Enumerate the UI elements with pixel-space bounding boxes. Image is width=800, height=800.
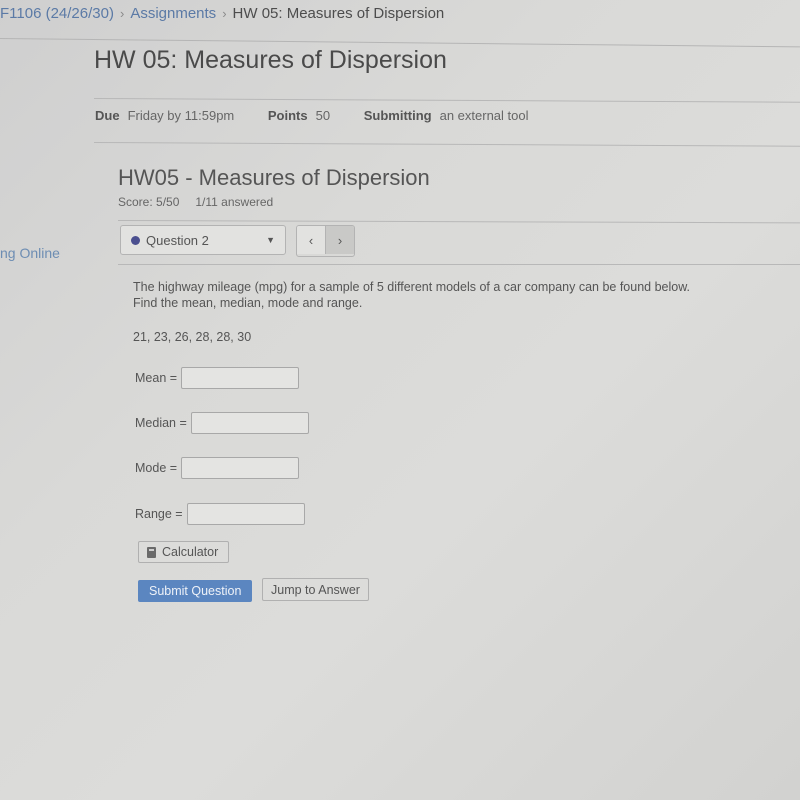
score-line: Score: 5/50 1/11 answered (118, 195, 273, 209)
mode-row: Mode = (135, 457, 300, 479)
range-row: Range = (135, 503, 305, 525)
range-input[interactable] (186, 503, 305, 525)
submitting-label: Submitting (363, 108, 432, 123)
range-label: Range = (135, 507, 183, 521)
divider (93, 142, 800, 147)
chevron-left-icon: ‹ (308, 232, 314, 248)
median-input[interactable] (190, 412, 309, 434)
breadcrumb-current: HW 05: Measures of Dispersion (232, 5, 445, 22)
answered-count: 1/11 answered (195, 195, 274, 209)
calculator-label: Calculator (162, 545, 219, 559)
median-label: Median = (135, 416, 187, 430)
sidebar-link[interactable]: ng Online (0, 245, 60, 261)
mean-label: Mean = (135, 371, 178, 385)
divider (118, 264, 800, 265)
question-text: The highway mileage (mpg) for a sample o… (133, 280, 691, 310)
dataset: 21, 23, 26, 28, 28, 30 (133, 330, 252, 344)
chevron-right-icon: › (337, 232, 343, 248)
calculator-icon (147, 546, 156, 558)
points-label: Points (267, 108, 308, 123)
chevron-down-icon: ▼ (266, 235, 275, 245)
divider (117, 220, 800, 224)
mean-row: Mean = (135, 367, 300, 389)
submitting-value: an external tool (439, 108, 529, 123)
mode-label: Mode = (135, 461, 178, 475)
calculator-button[interactable]: Calculator (138, 541, 230, 563)
mean-input[interactable] (181, 367, 300, 389)
points-value: 50 (315, 108, 331, 123)
assignment-title: HW05 - Measures of Dispersion (118, 165, 430, 190)
breadcrumb-separator: › (222, 6, 227, 21)
due-value: Friday by 11:59pm (127, 108, 235, 123)
submit-question-button[interactable]: Submit Question (138, 580, 253, 602)
status-dot-icon (131, 235, 140, 245)
divider (93, 98, 800, 103)
breadcrumb: F1106 (24/26/30) › Assignments › HW 05: Meas… (0, 5, 444, 22)
due-label: Due (95, 108, 120, 123)
prev-question-button[interactable]: ‹ (297, 226, 325, 254)
jump-to-answer-button[interactable]: Jump to Answer (262, 578, 369, 601)
mode-input[interactable] (181, 457, 300, 479)
breadcrumb-assignments-link[interactable]: Assignments (130, 5, 216, 22)
score: Score: 5/50 (118, 195, 180, 209)
median-row: Median = (135, 412, 309, 434)
question-select-value: Question 2 (146, 232, 209, 248)
breadcrumb-course-link[interactable]: F1106 (24/26/30) (0, 5, 114, 22)
breadcrumb-separator: › (119, 6, 125, 21)
assignment-meta: Due Friday by 11:59pm Points 50 Submitting… (95, 108, 559, 123)
question-nav: ‹ › (296, 225, 355, 257)
question-select[interactable]: Question 2 ▼ (120, 225, 286, 255)
next-question-button[interactable]: › (325, 226, 354, 254)
page-title: HW 05: Measures of Dispersion (94, 46, 447, 74)
